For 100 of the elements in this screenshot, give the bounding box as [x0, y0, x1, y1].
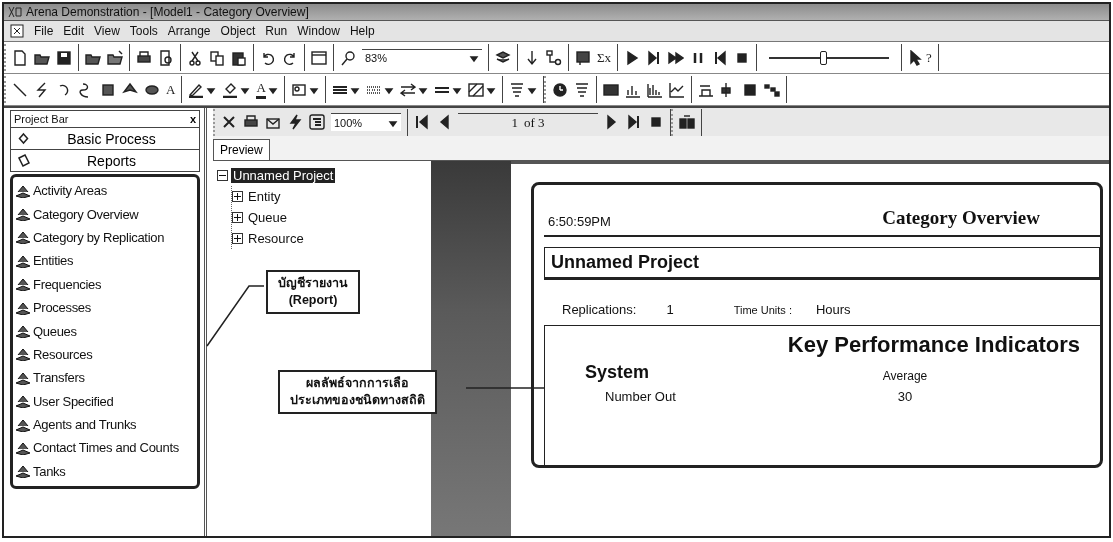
menu-item[interactable]: File [34, 24, 54, 38]
menu-item[interactable]: Object [220, 24, 256, 38]
sum-button[interactable]: Σx [597, 49, 612, 66]
pointer-icon[interactable] [908, 49, 925, 66]
layers-icon[interactable] [495, 49, 511, 66]
report-item[interactable]: Processes [15, 295, 195, 320]
path-points-icon[interactable] [763, 81, 780, 98]
variable-display-icon[interactable] [508, 81, 525, 98]
expand-icon[interactable] [232, 233, 243, 244]
tree-item[interactable]: Unnamed Project [231, 168, 336, 183]
last-page-icon[interactable] [626, 114, 642, 130]
copy-icon[interactable] [209, 49, 225, 66]
hatch-pattern-icon[interactable] [467, 81, 484, 98]
panel-title: Project Bar [14, 113, 69, 125]
report-item[interactable]: Category Overview [15, 202, 195, 226]
panel-header[interactable]: Basic Process [10, 128, 200, 150]
lightning-icon[interactable] [287, 114, 303, 130]
section-title: Key Performance Indicators [787, 332, 1080, 358]
menu-item[interactable]: View [94, 24, 120, 38]
arrow-style-icon[interactable] [399, 81, 416, 98]
rectangle-icon[interactable] [100, 81, 116, 98]
report-item[interactable]: Activity Areas [15, 179, 195, 203]
histogram-icon[interactable] [646, 81, 663, 98]
binoculars-icon[interactable] [679, 114, 695, 130]
picture-icon[interactable] [290, 81, 307, 98]
level-display-icon[interactable] [602, 81, 619, 98]
report-item[interactable]: Category by Replication [15, 225, 195, 250]
report-item[interactable]: Transfers [15, 366, 195, 390]
project-banner: Unnamed Project [544, 247, 1100, 280]
preview-tab[interactable]: Preview [213, 139, 270, 160]
close-button[interactable]: x [189, 113, 196, 125]
section-heading: System [585, 362, 651, 383]
menu-item[interactable]: Run [265, 24, 288, 38]
go-to-start-icon[interactable] [712, 49, 729, 66]
tree-item[interactable]: Entity [246, 189, 283, 204]
variable-display-icon[interactable] [573, 81, 590, 98]
text-button[interactable]: A [166, 81, 176, 98]
page-field[interactable]: 1 of 3 [458, 112, 598, 132]
report-item[interactable]: Tanks [15, 459, 195, 484]
window-icon[interactable] [311, 49, 327, 66]
help-button[interactable]: ? [908, 49, 932, 66]
collapse-icon[interactable] [217, 170, 228, 181]
slider-thumb[interactable] [820, 50, 828, 65]
fill-color-icon[interactable] [222, 81, 239, 98]
field-value: Hours [815, 302, 851, 317]
report-item[interactable]: Contact Times and Counts [15, 436, 195, 460]
font-color-button[interactable]: A [256, 80, 278, 99]
menu-item[interactable]: Window [297, 24, 340, 38]
expand-icon[interactable] [232, 212, 243, 223]
folder-icon[interactable] [107, 49, 123, 66]
flowchart-icon[interactable] [546, 49, 562, 66]
tree-item[interactable]: Queue [246, 210, 290, 225]
scissors-icon[interactable] [187, 49, 203, 66]
close-icon[interactable] [221, 114, 237, 130]
stop-icon[interactable] [648, 114, 664, 130]
report-item[interactable]: Resources [15, 342, 195, 367]
line-icon[interactable] [12, 81, 28, 98]
page-number: 1 [511, 114, 518, 131]
report-item[interactable]: Frequencies [15, 272, 195, 296]
page-icon[interactable] [12, 49, 28, 66]
report-item[interactable]: User Specified [15, 389, 195, 413]
menu-item[interactable]: Arrange [167, 24, 211, 38]
search-icon[interactable] [340, 49, 356, 66]
square-icon[interactable] [741, 81, 758, 98]
line-plot-icon[interactable] [668, 81, 685, 98]
first-page-icon[interactable] [414, 114, 430, 130]
window-title: Arena Demonstration - [Model1 - Category Overview] [26, 5, 309, 19]
outline-toggle-icon[interactable] [309, 114, 325, 130]
line-color-icon[interactable] [188, 81, 205, 98]
printer-icon[interactable] [243, 114, 259, 130]
table-cell-text: 30 [896, 388, 914, 404]
page-count: of 3 [523, 114, 545, 131]
row-label: Number Out [604, 388, 677, 404]
field-label: Time Units : [733, 303, 792, 316]
report-item[interactable]: Queues [15, 319, 195, 343]
printer-icon[interactable] [136, 49, 152, 66]
report-title: Category Overview [882, 207, 1040, 229]
expand-icon[interactable] [232, 191, 243, 202]
report-item[interactable]: Agents and Trunks [15, 412, 195, 437]
report-item[interactable]: Entities [15, 249, 195, 273]
tree-item[interactable]: Resource [246, 231, 306, 246]
clock-icon[interactable] [551, 81, 568, 98]
submodel-icon[interactable] [575, 49, 591, 66]
paste-icon[interactable] [231, 49, 247, 66]
callout-label: บัญชีรายงาน (Report) [266, 270, 360, 314]
diamond-icon [17, 132, 30, 145]
field-value: 1 [666, 302, 674, 317]
fast-forward-icon[interactable] [668, 49, 685, 66]
callout-label: ผลลัพธ์จากการเลือ ประเภทของชนิดทางสถิติ [278, 370, 437, 414]
menu-item[interactable]: Tools [129, 24, 158, 38]
leader-line [206, 285, 265, 347]
app-icon [8, 6, 22, 18]
report-time: 6:50:59PM [548, 214, 611, 229]
menu-item[interactable]: Help [349, 24, 375, 38]
menu-item[interactable]: Edit [63, 24, 85, 38]
document-icon[interactable] [10, 24, 24, 38]
panel-header[interactable]: Reports [10, 150, 200, 172]
field-label: Replications: [562, 302, 637, 317]
print-preview-icon[interactable] [158, 49, 174, 66]
zoom-dropdown[interactable]: 100% [331, 113, 401, 131]
